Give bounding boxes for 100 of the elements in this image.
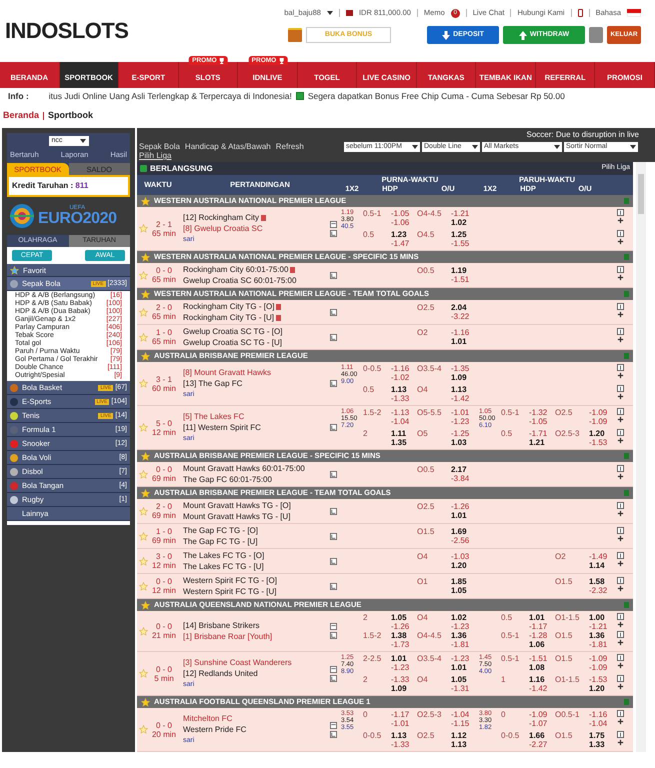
star-icon[interactable] (138, 506, 148, 516)
menu-link[interactable]: Refresh (276, 142, 304, 151)
team-name[interactable]: Mount Gravatt Hawks TG - [U] (183, 512, 290, 521)
odds-value[interactable]: -1.21 (589, 622, 615, 631)
odds-value[interactable]: 1.85 (451, 577, 479, 586)
chart-icon[interactable] (330, 532, 336, 540)
screen-icon[interactable] (330, 722, 336, 728)
team-name[interactable]: [8] Mount Gravatt Hawks (183, 368, 272, 377)
info-icon[interactable] (616, 364, 624, 371)
plus-icon[interactable] (616, 683, 624, 690)
star-icon[interactable] (138, 423, 148, 432)
odds-value[interactable]: -1.17 (391, 710, 417, 719)
plus-icon[interactable] (616, 238, 624, 245)
info-icon[interactable] (616, 502, 624, 509)
team-name[interactable]: The Gap FC 60:01-75:00 (183, 475, 272, 484)
team-name[interactable]: [13] The Gap FC (183, 379, 242, 388)
odds-value[interactable]: -1.07 (529, 719, 555, 728)
odds-value[interactable]: 1.13 (451, 740, 479, 749)
odds-value[interactable]: -1.16 (391, 364, 417, 373)
team-name[interactable]: Western Spirit FC TG - [U] (183, 587, 276, 596)
scrollbar[interactable] (636, 162, 646, 752)
odds-value[interactable]: -1.21 (451, 209, 479, 218)
odds-value[interactable]: -1.47 (391, 239, 417, 248)
odds-value[interactable]: -1.73 (391, 640, 417, 649)
team-name[interactable]: [8] Gwelup Croatia SC (183, 224, 263, 233)
team-name[interactable]: [12] Rockingham City (183, 213, 260, 222)
odds-value[interactable]: -1.33 (391, 394, 417, 403)
odds-value[interactable]: -1.33 (391, 740, 417, 749)
odds-value[interactable]: 1.09 (391, 684, 417, 693)
odds-value[interactable]: -1.09 (589, 663, 615, 672)
star-icon[interactable] (141, 452, 150, 460)
odds-value[interactable]: -1.13 (391, 408, 417, 417)
info-icon[interactable] (616, 328, 624, 335)
star-icon[interactable] (138, 332, 148, 342)
odds-value[interactable]: 1.09 (451, 373, 479, 382)
odds-value[interactable]: -1.35 (451, 364, 479, 373)
star-icon[interactable] (141, 600, 150, 610)
odds-value[interactable]: -1.06 (391, 218, 417, 227)
team-name[interactable]: Gwelup Croatia SC TG - [U] (183, 338, 282, 347)
odds-value[interactable]: 1.05 (451, 586, 479, 595)
odds-value[interactable]: -1.02 (391, 373, 417, 382)
team-name[interactable]: Mount Gravatt Hawks 60:01-75:00 (183, 464, 305, 473)
plus-icon[interactable] (616, 621, 624, 628)
odds-value[interactable]: -1.26 (391, 622, 417, 631)
info-icon[interactable] (616, 303, 624, 310)
odds-value[interactable]: 1.25 (451, 230, 479, 239)
odds-value[interactable]: 1.03 (451, 438, 479, 447)
team-name[interactable]: [1] Brisbane Roar [Youth] (183, 632, 272, 641)
star-icon[interactable] (138, 270, 148, 280)
odds-value[interactable]: -1.16 (589, 710, 615, 719)
plus-icon[interactable] (616, 535, 624, 542)
odds-value[interactable]: -1.03 (451, 552, 479, 561)
odds-value[interactable]: 1.12 (451, 731, 479, 740)
info-icon[interactable] (616, 654, 624, 661)
chart-icon[interactable] (330, 582, 336, 590)
star-icon[interactable] (138, 379, 148, 388)
star-icon[interactable] (141, 488, 150, 498)
info-icon[interactable] (616, 552, 624, 559)
team-name[interactable]: Western Pride FC (183, 725, 246, 734)
info-icon[interactable] (616, 385, 624, 392)
site-logo[interactable]: INDOSLOTS (5, 14, 128, 46)
chart-icon[interactable] (330, 632, 336, 639)
odds-value[interactable]: -1.55 (451, 239, 479, 248)
pick-league-link[interactable]: Pilih Liga (139, 151, 172, 160)
info-icon[interactable] (616, 266, 624, 273)
odds-value[interactable]: -1.71 (529, 429, 555, 438)
star-icon[interactable] (141, 196, 150, 206)
phone-icon[interactable] (578, 9, 583, 17)
team-name[interactable]: [3] Sunshine Coast Wanderers (183, 658, 292, 667)
odds-value[interactable]: -2.56 (451, 536, 479, 545)
odds-value[interactable]: 1.33 (589, 740, 615, 749)
odds-value[interactable]: -1.53 (589, 438, 615, 447)
odds-value[interactable]: 1.02 (451, 613, 479, 622)
odds-value[interactable]: -1.04 (589, 719, 615, 728)
chart-icon[interactable] (330, 230, 336, 236)
odds-value[interactable]: -1.25 (451, 429, 479, 438)
odds-value[interactable]: 1.38 (391, 631, 417, 640)
team-name[interactable]: [5] The Lakes FC (183, 412, 244, 421)
plus-icon[interactable] (616, 372, 624, 379)
info-icon[interactable] (616, 613, 624, 620)
odds-value[interactable]: -1.09 (589, 408, 615, 417)
chart-icon[interactable] (330, 334, 336, 340)
chart-icon[interactable] (330, 470, 336, 478)
odds-value[interactable]: 1.01 (451, 663, 479, 672)
plus-icon[interactable] (616, 217, 624, 224)
odds-value[interactable]: 1.02 (451, 218, 479, 227)
team-name[interactable]: Rockingham City TG - [U] (183, 313, 274, 322)
odds-value[interactable]: -1.04 (451, 710, 479, 719)
odds-value[interactable]: -1.23 (451, 654, 479, 663)
odds-value[interactable]: -1.81 (589, 640, 615, 649)
star-icon[interactable] (138, 532, 148, 540)
odds-value[interactable]: -3.84 (451, 474, 479, 483)
odds-value[interactable]: -1.17 (529, 622, 555, 631)
info-icon[interactable] (616, 710, 624, 717)
odds-value[interactable]: 1.05 (391, 613, 417, 622)
menu-link[interactable]: Handicap & Atas/Bawah (184, 142, 271, 151)
odds-value[interactable]: 1.20 (451, 561, 479, 570)
plus-icon[interactable] (616, 585, 624, 592)
odds-value[interactable]: -1.23 (451, 417, 479, 426)
odds-value[interactable]: 1.23 (391, 230, 417, 239)
